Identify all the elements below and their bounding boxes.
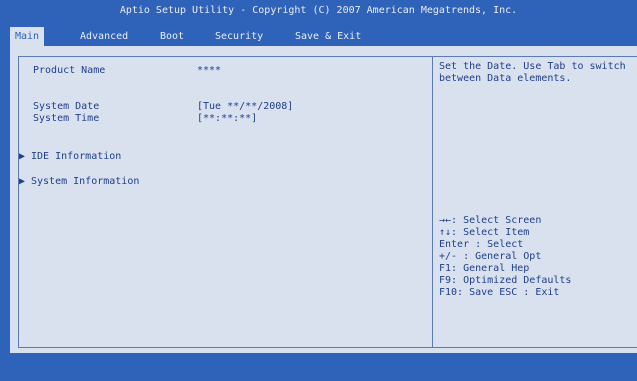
title-bar: Aptio Setup Utility - Copyright (C) 2007…	[0, 0, 637, 24]
ide-information-label: IDE Information	[31, 151, 122, 162]
settings-frame: Product Name **** System Date [Tue **/**…	[18, 56, 433, 348]
help-text-line: between Data elements.	[439, 73, 572, 84]
tab-main[interactable]: Main	[10, 27, 45, 46]
key-save-exit: F10: Save ESC : Exit	[439, 287, 560, 298]
app-title: Aptio Setup Utility - Copyright (C) 2007…	[119, 5, 518, 16]
key-general-help: F1: General Hep	[439, 263, 530, 274]
ide-information-item[interactable]: ▶ IDE Information	[19, 151, 121, 162]
key-general-opt: +/- : General Opt	[439, 251, 542, 262]
system-time-field[interactable]: [**:**:**]	[197, 113, 257, 124]
tab-advanced[interactable]: Advanced	[75, 27, 133, 46]
key-select-screen: →←: Select Screen	[439, 215, 542, 226]
help-frame: Set the Date. Use Tab to switch between …	[433, 56, 637, 348]
help-text-line: Set the Date. Use Tab to switch	[439, 61, 626, 72]
key-enter-select: Enter : Select	[439, 239, 524, 250]
main-panel: Product Name **** System Date [Tue **/**…	[10, 46, 637, 353]
submenu-arrow-icon: ▶	[19, 151, 26, 162]
system-date-field[interactable]: [Tue **/**/2008]	[197, 101, 293, 112]
tab-boot[interactable]: Boot	[155, 27, 189, 46]
tab-security[interactable]: Security	[210, 27, 268, 46]
tab-save-exit[interactable]: Save & Exit	[290, 27, 366, 46]
product-name-label: Product Name	[33, 65, 106, 76]
system-information-item[interactable]: ▶ System Information	[19, 176, 139, 187]
system-information-label: System Information	[31, 176, 140, 187]
status-bar	[0, 357, 637, 381]
product-name-value: ****	[197, 65, 222, 76]
key-legend: →←: Select Screen ↑↓: Select Item Enter …	[439, 215, 571, 299]
key-select-item: ↑↓: Select Item	[439, 227, 530, 238]
help-description: Set the Date. Use Tab to switch between …	[439, 61, 626, 85]
system-time-label: System Time	[33, 113, 100, 124]
key-optimized-defaults: F9: Optimized Defaults	[439, 275, 572, 286]
tab-bar: Main Advanced Boot Security Save & Exit	[0, 24, 637, 46]
submenu-arrow-icon: ▶	[19, 176, 26, 187]
system-date-label: System Date	[33, 101, 100, 112]
